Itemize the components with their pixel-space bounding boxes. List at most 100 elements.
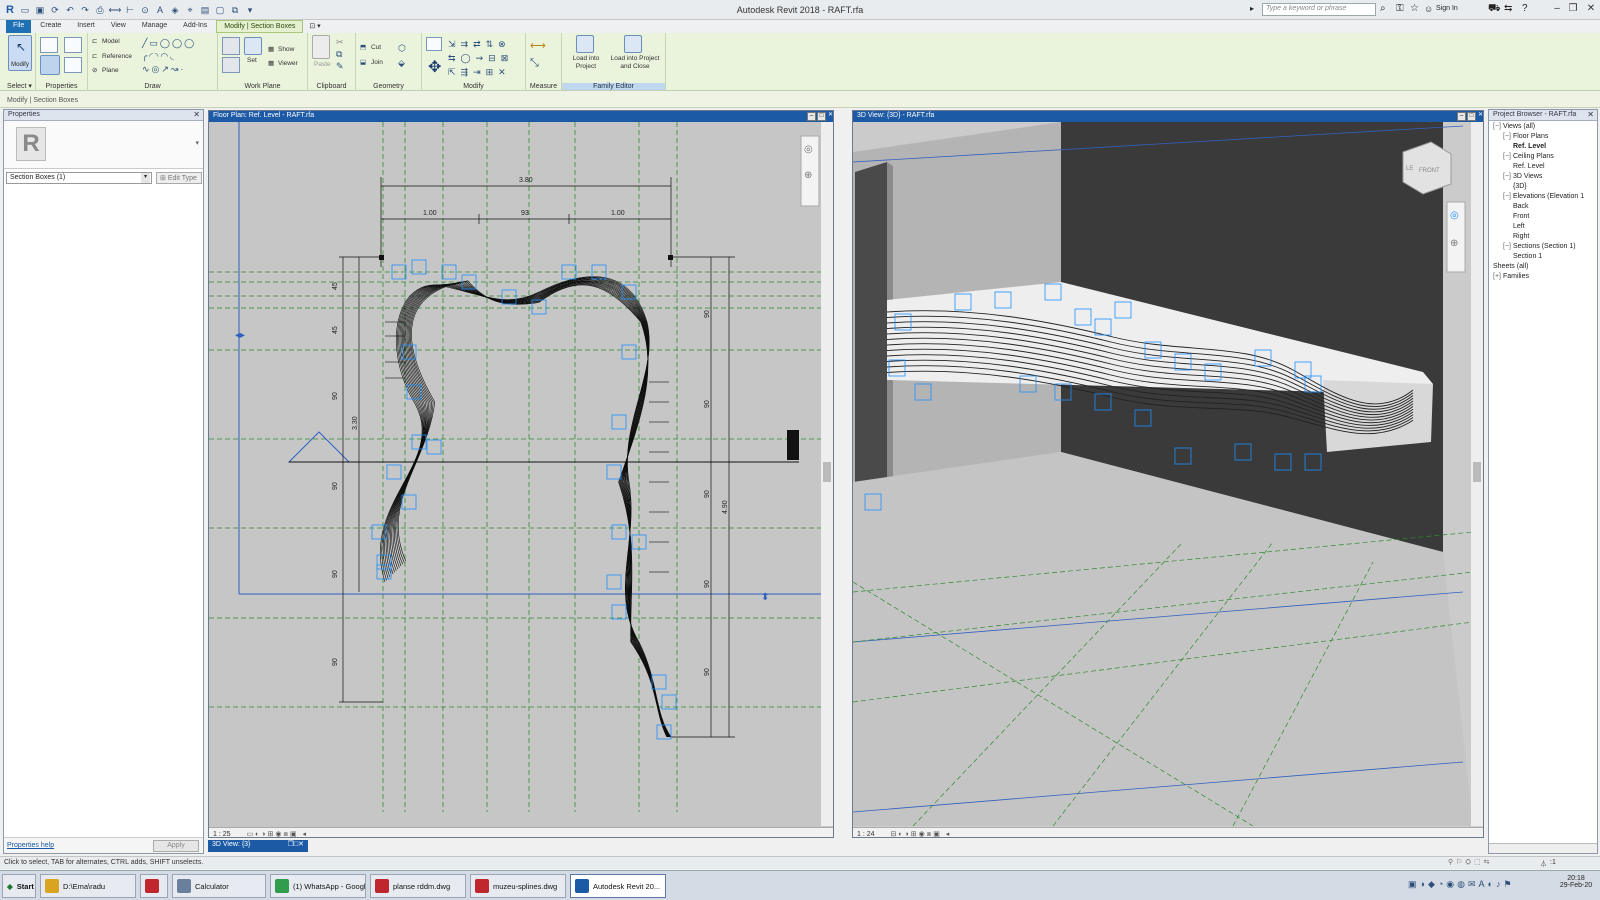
start-button[interactable]: ◆ Start (2, 874, 36, 898)
tab-insert[interactable]: Insert (70, 20, 102, 33)
modify-tools-icon[interactable]: ⇲⇉⇄⇅⊗ ⇆◯⇝⊟⊠ ⇱⇶⇥⊞✕ (448, 37, 513, 79)
browser-item[interactable]: Sheets (all) (1493, 263, 1528, 270)
browser-item[interactable]: Right (1513, 233, 1529, 240)
browser-item[interactable]: [−] Ceiling Plans (1503, 153, 1554, 160)
collapse-icon[interactable]: [−] (1503, 193, 1513, 200)
3d-view-canvas[interactable]: FRONT LE ◎ ⊕ (853, 122, 1484, 826)
floor-plan-view[interactable]: Floor Plan: Ref. Level - RAFT.rfa – □ ✕ (208, 110, 834, 838)
aligned-dimension-icon[interactable]: ⤡ (530, 57, 539, 70)
browser-item[interactable]: Back (1513, 203, 1529, 210)
family-types-icon[interactable] (64, 37, 82, 53)
move-icon[interactable]: ✥ (428, 57, 441, 77)
edit-type-button[interactable]: ⊞ Edit Type (156, 172, 202, 184)
collapse-icon[interactable]: [−] (1503, 243, 1513, 250)
set-work-plane-icon[interactable] (244, 37, 262, 55)
viewer-button[interactable]: Viewer (278, 60, 298, 67)
expand-icon[interactable]: [+] (1493, 273, 1503, 280)
paste-button[interactable]: Paste (314, 61, 331, 68)
3d-view-maximize-icon[interactable]: □ (1467, 112, 1476, 121)
minimize-icon[interactable]: – (1550, 3, 1564, 14)
model-button[interactable]: Model (102, 38, 120, 45)
collapse-icon[interactable]: [−] (1493, 123, 1503, 130)
sign-in-link[interactable]: Sign In (1436, 5, 1458, 12)
favorites-star-icon[interactable]: ☆ (1410, 3, 1419, 14)
plane-button[interactable]: Plane (102, 67, 119, 74)
collapse-icon[interactable]: [−] (1503, 153, 1513, 160)
select-dropdown[interactable]: Select ▾ (4, 82, 35, 90)
work-plane-viewer-icon[interactable] (222, 57, 240, 73)
3d-view-close-icon[interactable]: ✕ (1476, 112, 1483, 121)
properties-help-link[interactable]: Properties help (7, 842, 54, 849)
ribbon-toggle-icon[interactable]: ⊡ ▾ (305, 20, 324, 33)
modify-button[interactable]: ↖ Modify (8, 35, 32, 71)
3d-view[interactable]: 3D View: {3D} - RAFT.rfa – □ ✕ FRONT LE … (852, 110, 1484, 838)
floor-plan-maximize-icon[interactable]: □ (817, 112, 826, 121)
taskbar-item[interactable]: Autodesk Revit 20... (570, 874, 666, 898)
load-into-project-close-icon[interactable] (624, 35, 642, 53)
apply-button[interactable]: Apply (153, 840, 199, 852)
subscription-icon[interactable]: ⚿ (1396, 3, 1404, 14)
floor-plan-close-icon[interactable]: ✕ (826, 112, 833, 121)
view-control-icons[interactable]: ▭◐◑⊞◉⧈▣ ◂ (246, 831, 308, 837)
floor-plan-scale[interactable]: 1 : 25 (213, 831, 231, 837)
floor-plan-canvas[interactable]: ◂▸ ⬍ 3.80 1.00 93 1.00 45 45 90 3.30 90 … (209, 122, 834, 826)
browser-item[interactable]: Section 1 (1513, 253, 1542, 260)
align-icon[interactable] (426, 37, 442, 51)
cart-icon[interactable]: ⛟ (1488, 3, 1501, 16)
3d-view-control-icons[interactable]: ⊟◐◑⊞◉⧈▣ ◂ (890, 831, 951, 837)
search-arrow-icon[interactable]: ▸ (1250, 4, 1254, 13)
taskbar-item[interactable]: muzeu-splines.dwg (470, 874, 566, 898)
properties-close-icon[interactable]: ✕ (193, 110, 200, 119)
browser-item[interactable]: [−] Sections (Section 1) (1503, 243, 1576, 250)
tab-view[interactable]: View (104, 20, 133, 33)
family-category-icon[interactable] (64, 57, 82, 73)
draw-tools-icon[interactable]: ╱▭◯◯◯ ╭◜◝◠◟ ∿◎↗↝∙ (142, 37, 196, 76)
binoculars-icon[interactable]: ⌕ (1380, 3, 1386, 14)
system-tray-icons[interactable]: ▣◑◆◔◉◍✉A◐♪⚑ (1408, 879, 1515, 890)
exchange-icon[interactable]: ⇆ (1504, 3, 1512, 14)
tab-modify-section-boxes[interactable]: Modify | Section Boxes (216, 20, 304, 33)
set-button[interactable]: Set (247, 57, 257, 64)
tab-create[interactable]: Create (33, 20, 68, 33)
browser-item[interactable]: [+] Families (1493, 273, 1529, 280)
browser-item[interactable]: [−] Floor Plans (1503, 133, 1548, 140)
cut-button[interactable]: Cut (371, 44, 381, 51)
paste-icon[interactable] (312, 35, 330, 59)
selection-filter-icons[interactable]: ⚲⚐⛭⬚⇆ (1448, 858, 1492, 867)
project-browser-hscroll[interactable] (1489, 843, 1597, 853)
join-button[interactable]: Join (371, 59, 383, 66)
tab-file[interactable]: File (6, 20, 32, 33)
taskbar-item[interactable]: planse rddm.dwg (370, 874, 466, 898)
taskbar-item[interactable] (140, 874, 168, 898)
tab-add-ins[interactable]: Add-Ins (176, 20, 214, 33)
type-image-scroll-icon[interactable]: ▾ (195, 139, 199, 147)
help-icon[interactable]: ? (1522, 3, 1528, 14)
help-search-input[interactable]: Type a keyword or phrase (1262, 3, 1376, 16)
minimized-view-controls-icon[interactable]: ❐□✕ (288, 840, 304, 848)
split-face-icon[interactable]: ⬡ (398, 43, 406, 54)
load-into-project-icon[interactable] (576, 35, 594, 53)
close-icon[interactable]: ✕ (1584, 3, 1598, 14)
taskbar-item[interactable]: D:\Ema\radu (40, 874, 136, 898)
properties-palette-button[interactable] (40, 55, 60, 75)
load-into-project-button[interactable]: Load into Project (566, 55, 606, 71)
user-icon[interactable]: ☺ (1424, 4, 1433, 14)
collapse-icon[interactable]: [−] (1503, 133, 1513, 140)
measure-between-icon[interactable]: ⟷ (530, 39, 546, 52)
browser-item[interactable]: [−] Views (all) (1493, 123, 1535, 130)
type-selector[interactable]: Section Boxes (1) ▾ (6, 172, 152, 184)
collapse-icon[interactable]: [−] (1503, 173, 1513, 180)
type-properties-icon[interactable] (40, 37, 58, 53)
browser-item[interactable]: [−] 3D Views (1503, 173, 1542, 180)
clock[interactable]: 20:18 29-Feb-20 (1556, 875, 1596, 889)
cut-clipboard-icon[interactable]: ✂ (336, 37, 344, 48)
copy-icon[interactable]: ⧉ (336, 49, 342, 60)
browser-item[interactable]: {3D} (1513, 183, 1527, 190)
reference-button[interactable]: Reference (102, 53, 132, 60)
taskbar-item[interactable]: Calculator (172, 874, 266, 898)
browser-item[interactable]: Ref. Level (1513, 163, 1545, 170)
taskbar-item[interactable]: (1) WhatsApp - Googl... (270, 874, 366, 898)
minimized-3d-view[interactable]: 3D View: {3} ❐□✕ (208, 840, 308, 852)
paint-icon[interactable]: ⬙ (398, 58, 405, 69)
3d-view-scale[interactable]: 1 : 24 (857, 831, 875, 837)
